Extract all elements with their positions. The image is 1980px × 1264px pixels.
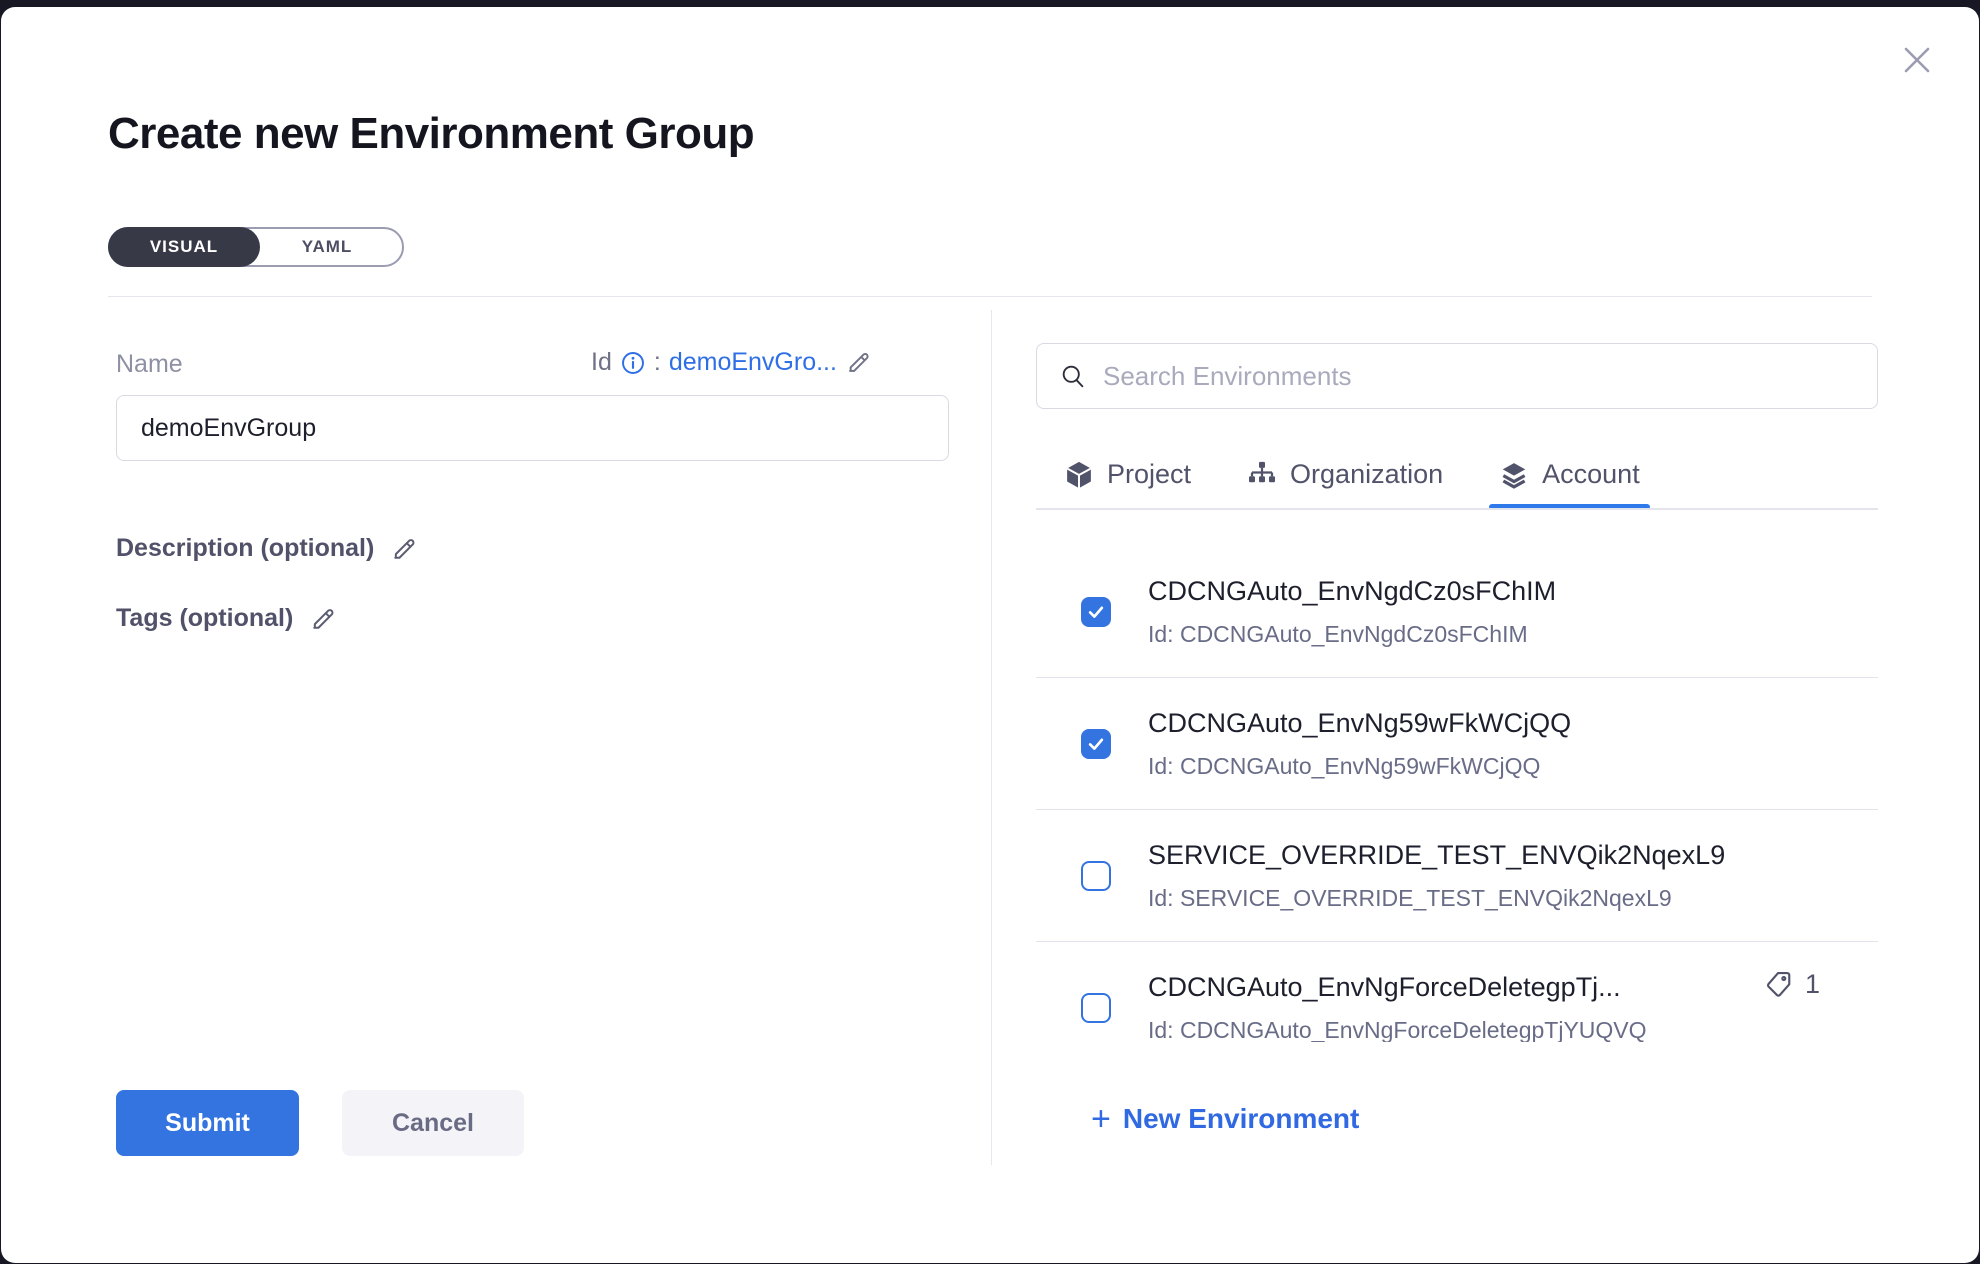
plus-icon: + [1091,1105,1111,1133]
layers-icon [1499,460,1529,490]
name-input[interactable] [116,395,949,461]
tab-project[interactable]: Project [1064,440,1191,509]
environment-checkbox[interactable] [1081,597,1111,627]
cancel-button[interactable]: Cancel [342,1090,524,1156]
submit-button[interactable]: Submit [116,1090,299,1156]
id-row: Id : demoEnvGro... [591,348,951,377]
tab-account[interactable]: Account [1499,440,1640,509]
info-icon[interactable] [620,350,646,376]
search-environments-box[interactable] [1036,343,1878,409]
sitemap-icon [1247,460,1277,490]
cube-icon [1064,460,1094,490]
tab-organization-label: Organization [1290,459,1443,490]
toggle-yaml[interactable]: YAML [252,229,402,265]
header-divider [108,296,1872,297]
environment-list: CDCNGAuto_EnvNgdCz0sFChIM Id: CDCNGAuto_… [1036,510,1878,1042]
environment-text: CDCNGAuto_EnvNg59wFkWCjQQ Id: CDCNGAuto_… [1148,708,1571,780]
edit-id-icon[interactable] [845,349,872,376]
tags-label: Tags (optional) [116,604,293,633]
tag-count-badge: 1 [1763,968,1820,1000]
check-icon [1086,602,1106,622]
visual-yaml-toggle: VISUAL YAML [108,227,404,267]
environment-row[interactable]: SERVICE_OVERRIDE_TEST_ENVQik2NqexL9 Id: … [1036,810,1878,942]
toggle-visual[interactable]: VISUAL [108,227,260,267]
tab-project-label: Project [1107,459,1191,490]
id-label: Id [591,348,612,377]
environment-text: SERVICE_OVERRIDE_TEST_ENVQik2NqexL9 Id: … [1148,840,1725,912]
panel-divider [991,310,992,1165]
environment-text: CDCNGAuto_EnvNgdCz0sFChIM Id: CDCNGAuto_… [1148,576,1556,648]
environment-checkbox[interactable] [1081,993,1111,1023]
id-separator: : [654,348,661,377]
environment-text: CDCNGAuto_EnvNgForceDeletegpTj... Id: CD… [1148,972,1647,1042]
name-label: Name [116,350,183,379]
environment-id: Id: CDCNGAuto_EnvNgForceDeletegpTjYUQVQ [1148,1017,1647,1042]
environment-name: CDCNGAuto_EnvNg59wFkWCjQQ [1148,708,1571,739]
create-env-group-modal: Create new Environment Group VISUAL YAML… [1,7,1979,1263]
environment-name: SERVICE_OVERRIDE_TEST_ENVQik2NqexL9 [1148,840,1725,871]
tab-account-label: Account [1542,459,1640,490]
new-environment-label: New Environment [1123,1103,1359,1135]
environment-row[interactable]: CDCNGAuto_EnvNgForceDeletegpTj... Id: CD… [1036,942,1878,1042]
page-background: { "modal": { "title": "Create new Enviro… [0,0,1980,1264]
tab-organization[interactable]: Organization [1247,440,1443,509]
edit-description-icon[interactable] [390,535,418,563]
check-icon [1086,734,1106,754]
search-environments-input[interactable] [1103,361,1855,392]
id-value-link[interactable]: demoEnvGro... [669,348,837,377]
environment-row[interactable]: CDCNGAuto_EnvNgdCz0sFChIM Id: CDCNGAuto_… [1036,546,1878,678]
environment-id: Id: SERVICE_OVERRIDE_TEST_ENVQik2NqexL9 [1148,885,1725,912]
close-icon[interactable] [1897,40,1937,80]
edit-tags-icon[interactable] [309,605,337,633]
scope-tabs: Project Organization Account [1036,440,1878,509]
environment-checkbox[interactable] [1081,861,1111,891]
tag-icon [1763,968,1795,1000]
search-icon [1059,362,1087,390]
description-label: Description (optional) [116,534,374,563]
environment-name: CDCNGAuto_EnvNgdCz0sFChIM [1148,576,1556,607]
environment-name: CDCNGAuto_EnvNgForceDeletegpTj... [1148,972,1647,1003]
new-environment-button[interactable]: + New Environment [1091,1103,1359,1135]
tags-row: Tags (optional) [116,604,337,633]
description-row: Description (optional) [116,534,418,563]
environment-id: Id: CDCNGAuto_EnvNg59wFkWCjQQ [1148,753,1571,780]
environment-checkbox[interactable] [1081,729,1111,759]
tag-count: 1 [1805,969,1820,1000]
environment-row[interactable]: CDCNGAuto_EnvNg59wFkWCjQQ Id: CDCNGAuto_… [1036,678,1878,810]
environment-id: Id: CDCNGAuto_EnvNgdCz0sFChIM [1148,621,1556,648]
modal-title: Create new Environment Group [108,109,754,159]
